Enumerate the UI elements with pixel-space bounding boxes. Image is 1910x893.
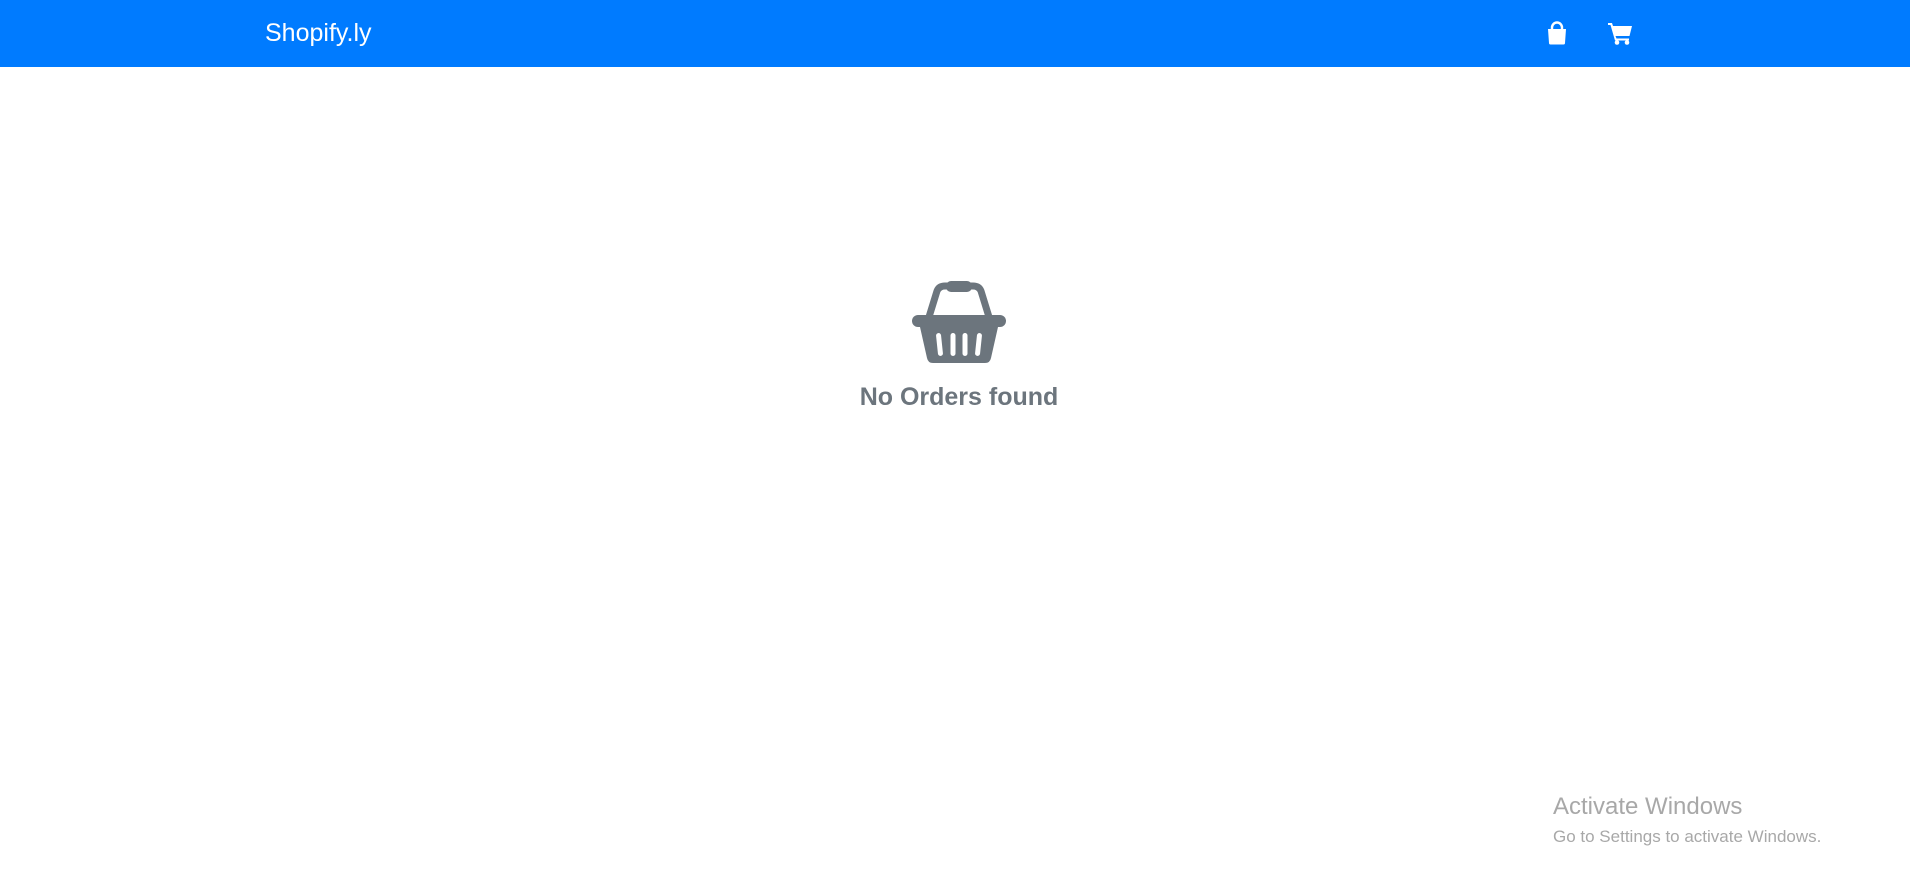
- empty-orders-state: No Orders found: [0, 280, 1910, 412]
- windows-activation-watermark: Activate Windows Go to Settings to activ…: [1553, 792, 1821, 849]
- brand-link[interactable]: Shopify.ly: [265, 17, 372, 49]
- watermark-subtitle: Go to Settings to activate Windows.: [1553, 827, 1822, 846]
- watermark-title: Activate Windows: [1553, 793, 1743, 820]
- shopping-cart-icon[interactable]: [1607, 21, 1633, 45]
- shopping-basket-icon: [911, 280, 1007, 364]
- shopping-bag-icon[interactable]: [1546, 21, 1568, 45]
- no-orders-message: No Orders found: [859, 383, 1059, 411]
- navbar: Shopify.ly: [0, 0, 1910, 67]
